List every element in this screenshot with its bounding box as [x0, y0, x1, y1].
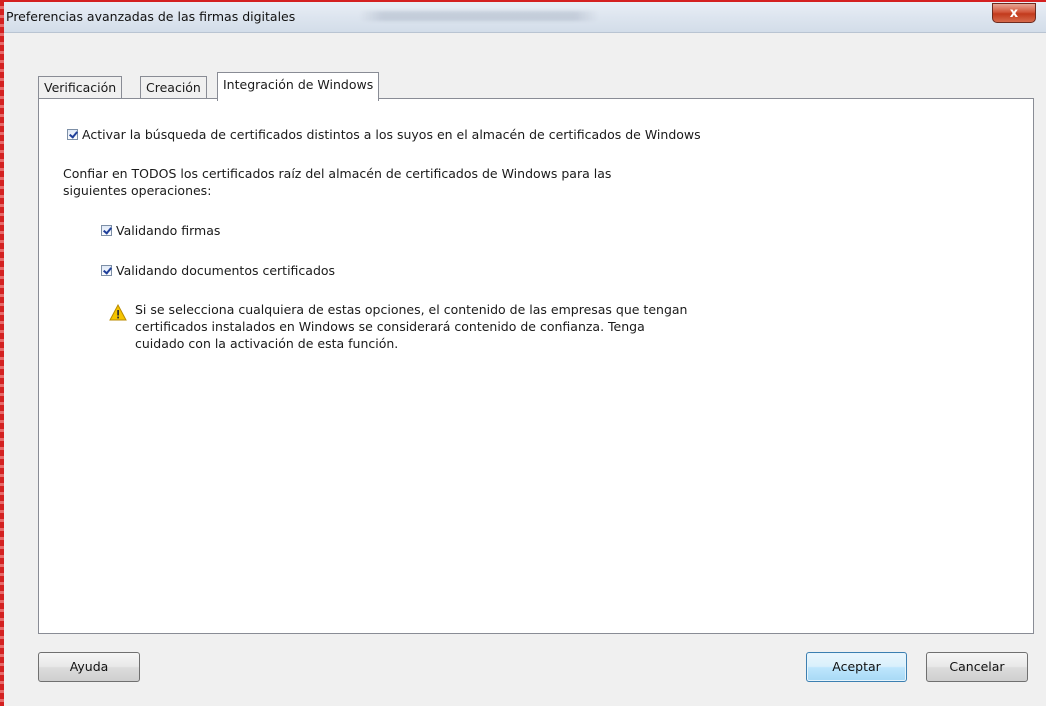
title-blurred-text	[359, 11, 599, 21]
cancel-button[interactable]: Cancelar	[926, 652, 1028, 682]
validate-signatures-option[interactable]: Validando firmas	[101, 223, 220, 238]
close-button[interactable]: x	[992, 3, 1036, 23]
warning-message: Si se selecciona cualquiera de estas opc…	[135, 301, 687, 352]
tab-integracion-windows[interactable]: Integración de Windows	[217, 72, 380, 101]
help-button[interactable]: Ayuda	[38, 652, 140, 682]
window-title: Preferencias avanzadas de las firmas dig…	[6, 9, 296, 24]
search-certificates-checkbox[interactable]	[67, 129, 78, 140]
search-certificates-option[interactable]: Activar la búsqueda de certificados dist…	[67, 127, 701, 142]
warning-line3: cuidado con la activación de esta funció…	[135, 336, 399, 351]
validate-signatures-checkbox[interactable]	[101, 225, 112, 236]
tab-creacion[interactable]: Creación	[140, 76, 207, 99]
warning-icon	[109, 304, 127, 321]
tab-verificacion[interactable]: Verificación	[38, 76, 123, 99]
warning-line2: certificados instalados en Windows se co…	[135, 319, 645, 334]
validate-certified-docs-checkbox[interactable]	[101, 265, 112, 276]
tab-panel: Activar la búsqueda de certificados dist…	[38, 98, 1034, 634]
validate-certified-docs-label: Validando documentos certificados	[116, 263, 336, 278]
search-certificates-label: Activar la búsqueda de certificados dist…	[82, 127, 701, 142]
dialog-window: Preferencias avanzadas de las firmas dig…	[4, 2, 1046, 706]
trust-description-line2: siguientes operaciones:	[63, 183, 212, 198]
warning-line1: Si se selecciona cualquiera de estas opc…	[135, 302, 688, 317]
validate-signatures-label: Validando firmas	[116, 223, 221, 238]
validate-certified-docs-option[interactable]: Validando documentos certificados	[101, 263, 335, 278]
title-bar[interactable]: Preferencias avanzadas de las firmas dig…	[4, 2, 1046, 33]
trust-description: Confiar en TODOS los certificados raíz d…	[63, 165, 611, 199]
accept-button[interactable]: Aceptar	[806, 652, 907, 682]
trust-description-line1: Confiar en TODOS los certificados raíz d…	[63, 166, 612, 181]
